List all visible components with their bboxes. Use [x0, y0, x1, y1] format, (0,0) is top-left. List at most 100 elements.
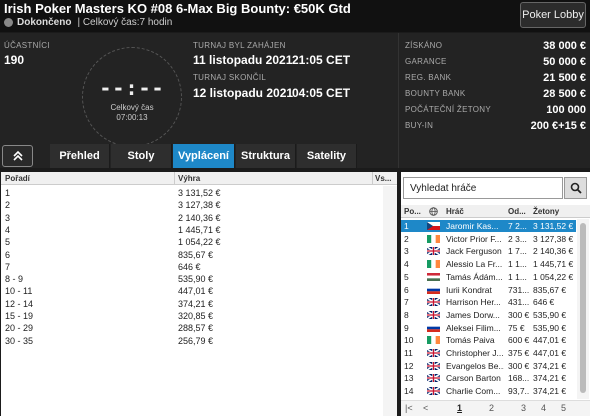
collapse-button[interactable] — [2, 145, 33, 167]
column-divider — [372, 172, 373, 185]
chips-cell: 374,21 € — [533, 373, 567, 384]
od-cell: 731... — [508, 284, 530, 295]
magnifier-icon — [570, 182, 582, 194]
table-row: 30 - 35 256,79 € — [1, 335, 397, 347]
player-name-cell: Victor Prior F... — [446, 233, 502, 244]
player-name-cell: Tomás Paiva — [446, 335, 495, 346]
chips-cell: 535,90 € — [533, 309, 567, 320]
player-row[interactable]: 4 Alessio La Fr... 1 1... 1 445,71 € — [401, 258, 576, 270]
place-cell: 1 — [5, 188, 11, 198]
player-row[interactable]: 11 Christopher J... 375 €447,01 € — [401, 347, 576, 359]
chips-cell: 1 054,22 € — [533, 271, 574, 282]
page-4[interactable]: 4 — [541, 403, 546, 413]
player-search-input[interactable]: Vyhledat hráče — [403, 177, 563, 199]
payouts-scrollbar[interactable] — [383, 186, 397, 416]
od-cell: 431... — [508, 297, 530, 308]
place-cell: 30 - 35 — [5, 335, 34, 346]
started-time: 21:05 CET — [292, 53, 351, 67]
prize-cell: 288,57 € — [178, 323, 214, 334]
prize-cell: 835,67 € — [178, 249, 214, 260]
od-cell: 1 1... — [508, 271, 527, 282]
player-row[interactable]: 14 Charlie Com... 93,7... 374,21 € — [401, 385, 576, 397]
position-cell: 6 — [404, 284, 409, 295]
column-od[interactable]: Od... — [508, 207, 526, 216]
column-vs[interactable]: Vs... — [375, 174, 391, 183]
od-cell: 168... — [508, 373, 530, 384]
chips-cell: 835,67 € — [533, 284, 567, 295]
player-name-cell: Iurii Kondrat — [446, 284, 492, 295]
player-row[interactable]: 1 Jaromir Kas... 7 2... 3 131,52 € — [401, 220, 576, 232]
tab-overview[interactable]: Přehled — [50, 144, 110, 168]
player-row[interactable]: 10 Tomás Paiva 600 €447,01 € — [401, 334, 576, 346]
player-row[interactable]: 13 Carson Barton 168... 374,21 € — [401, 372, 576, 384]
scrollbar-thumb[interactable] — [580, 223, 586, 393]
prev-page-icon[interactable]: < — [423, 403, 428, 413]
ended-date: 12 listopadu 2021 — [193, 86, 294, 100]
prize-cell: 646 € — [178, 261, 201, 272]
tab-tables[interactable]: Stoly — [111, 144, 172, 168]
page-1[interactable]: 1 — [457, 403, 462, 413]
position-cell: 2 — [404, 233, 409, 244]
flag-gb-icon — [427, 349, 440, 357]
place-cell: 7 — [5, 261, 11, 272]
position-cell: 14 — [404, 386, 414, 397]
status-icon — [4, 18, 13, 27]
flag-gb-icon — [427, 387, 440, 396]
page-2[interactable]: 2 — [489, 403, 494, 413]
player-row[interactable]: 9 Aleksei Filim... 75 € 535,90 € — [401, 322, 576, 334]
tournament-clock: --:-- Celkový čas 07:00:13 — [82, 47, 182, 147]
globe-icon — [429, 207, 438, 216]
participants-label: ÚČASTNÍCI — [4, 41, 50, 50]
players-table-header: Po... Hráč Od... Žetony — [401, 205, 590, 218]
tab-payouts[interactable]: Vyplácení — [173, 144, 235, 168]
player-row[interactable]: 3 Jack Ferguson 1 7... 2 140,36 € — [401, 245, 576, 257]
search-button[interactable] — [564, 177, 587, 199]
first-page-icon[interactable]: |< — [405, 403, 413, 413]
chips-cell: 1 445,71 € — [533, 259, 574, 270]
prize-cell: 1 054,22 € — [178, 237, 221, 248]
prize-cell: 3 131,52 € — [178, 188, 221, 198]
prize-cell: 447,01 € — [178, 286, 214, 297]
page-5[interactable]: 5 — [561, 403, 566, 413]
column-position[interactable]: Po... — [404, 207, 421, 216]
column-chips[interactable]: Žetony — [533, 207, 559, 216]
starting-chips-label: POČÁTEČNÍ ŽETONY — [405, 105, 491, 114]
player-row[interactable]: 5 Tamás Ádám... 1 1... 1 054,22 € — [401, 271, 576, 283]
player-row[interactable]: 2 Victor Prior F... 2 3... 3 127,38 € — [401, 233, 576, 245]
chips-cell: 2 140,36 € — [533, 246, 574, 257]
player-name-cell: James Dorw... — [446, 309, 500, 320]
table-row: 3 2 140,36 € — [1, 212, 397, 224]
tab-structure[interactable]: Struktura — [236, 144, 296, 168]
ended-label: TURNAJ SKONČIL — [193, 73, 267, 82]
page-3[interactable]: 3 — [521, 403, 526, 413]
player-row[interactable]: 6 Iurii Kondrat 731... 835,67 € — [401, 284, 576, 296]
player-row[interactable]: 12 Evangelos Be... 300 €374,21 € — [401, 360, 576, 372]
column-prize[interactable]: Výhra — [178, 174, 200, 183]
payouts-table-header: Pořadí Výhra Vs... — [1, 172, 397, 185]
clock-value: 07:00:13 — [116, 113, 148, 122]
position-cell: 1 — [404, 221, 409, 231]
player-row[interactable]: 8 James Dorw... 300 €535,90 € — [401, 309, 576, 321]
chips-cell: 374,21 € — [533, 386, 567, 397]
player-name-cell: Charlie Com... — [446, 386, 501, 397]
players-scrollbar[interactable] — [577, 219, 589, 399]
clock-display: --:-- — [99, 76, 165, 100]
flag-gb-icon — [427, 247, 440, 256]
buy-in-value: 200 €+15 € — [530, 120, 586, 132]
started-label: TURNAJ BYL ZAHÁJEN — [193, 41, 286, 50]
od-cell: 300 € — [508, 360, 530, 371]
column-place[interactable]: Pořadí — [5, 174, 30, 183]
tab-satellites[interactable]: Satelity — [297, 144, 357, 168]
player-row[interactable]: 7 Harrison Her... 431... 646 € — [401, 296, 576, 308]
position-cell: 8 — [404, 309, 409, 320]
player-name-cell: Carson Barton — [446, 373, 501, 384]
poker-lobby-button[interactable]: Poker Lobby — [520, 2, 586, 28]
prize-info: ZÍSKÁNO 38 000 € GARANCE 50 000 € REG. B… — [398, 33, 590, 168]
players-pager: |< < 1 2 3 4 5 — [401, 400, 590, 416]
status-row: Dokončeno | Celkový čas:7 hodin — [4, 17, 172, 28]
position-cell: 9 — [404, 322, 409, 333]
column-player[interactable]: Hráč — [446, 207, 464, 216]
player-name-cell: Christopher J... — [446, 348, 504, 358]
od-cell: 375 € — [508, 348, 530, 358]
place-cell: 10 - 11 — [5, 286, 33, 297]
